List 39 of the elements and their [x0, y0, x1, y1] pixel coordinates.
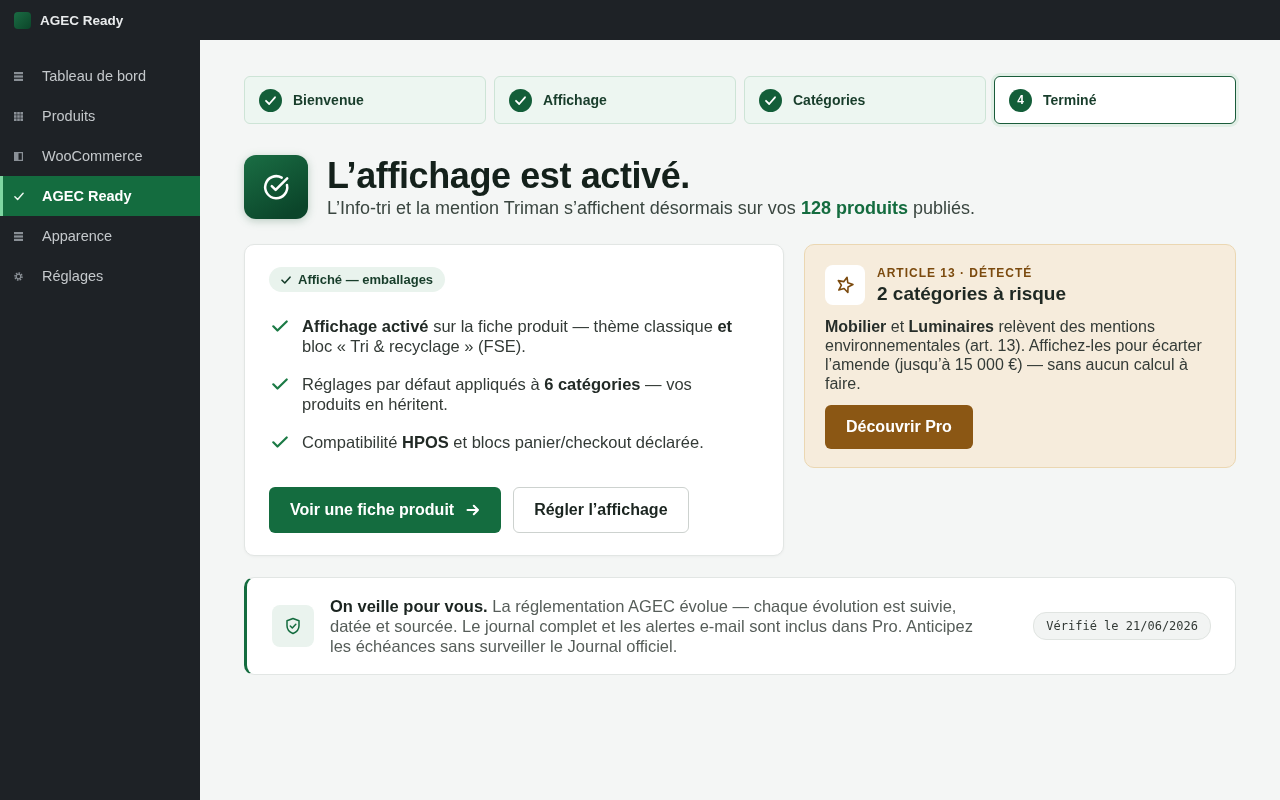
- list-icon: [14, 231, 23, 241]
- page-title: L’affichage est activé.: [327, 155, 691, 196]
- eyebrow-label: ARTICLE 13 · DÉTECTÉ: [877, 265, 1034, 280]
- logo-icon: [14, 11, 31, 29]
- sidebar-item[interactable]: Produits: [0, 96, 200, 136]
- step-tab[interactable]: Catégories: [744, 76, 986, 124]
- page-subtitle: L’Info-tri et la mention Triman s’affichent désormais sur vos 128 produits publiés.: [327, 196, 975, 219]
- checkmark-icon: [281, 275, 291, 284]
- banner-text: On veille pour vous. La réglementation AGEC évolue — chaque évolution est suivie, datée et sourcée. Le journal complet et les alertes e-mail sont inclus dans Pro. Anticipez les échéances sans surveiller le Journal officiel.: [330, 596, 974, 656]
- half-square-icon: [14, 151, 23, 161]
- checkmark-icon: [14, 191, 24, 201]
- checkmark-icon: [272, 320, 288, 332]
- status-label: Affiché — emballages: [298, 272, 434, 287]
- card-text: Mobilier et Luminaires relèvent des mentions environnementales (art. 13). Affichez-les pour écarter l’amende (jusqu’à 15 000 €) — sans aucun calcul à faire.: [825, 317, 1203, 393]
- sidebar-item[interactable]: AGEC Ready: [0, 176, 200, 216]
- discover-pro-button[interactable]: Découvrir Pro: [825, 405, 973, 449]
- checkmark-icon: [272, 436, 288, 448]
- grid-icon: [14, 111, 23, 121]
- step-tab[interactable]: Affichage: [494, 76, 736, 124]
- feature-text: Affichage activé sur la fiche produit — thème classique et bloc « Tri & recyclage » (FSE).: [302, 316, 734, 356]
- app-title: AGEC Ready: [40, 12, 124, 28]
- view-product-button[interactable]: Voir une fiche produit: [269, 487, 502, 533]
- feature-text: Compatibilité HPOS et blocs panier/checkout déclarée.: [302, 432, 704, 452]
- sidebar-item[interactable]: Réglages: [0, 256, 200, 296]
- step-number: 4: [1009, 88, 1032, 112]
- sidebar-item[interactable]: WooCommerce: [0, 136, 200, 176]
- step-tab[interactable]: Bienvenue: [244, 76, 486, 124]
- list-icon: [14, 71, 23, 81]
- arrow-right-icon: [466, 503, 481, 517]
- gear-icon: [14, 271, 23, 281]
- shield-check-icon: [272, 605, 314, 647]
- checkmark-icon: [272, 378, 288, 390]
- verified-date-chip: Vérifié le 21/06/2026: [1033, 612, 1211, 640]
- feature-text: Réglages par défaut appliqués à 6 catégories — vos produits en héritent.: [302, 374, 693, 414]
- step-tab[interactable]: 4 Terminé: [994, 76, 1236, 124]
- sidebar-item[interactable]: Apparence: [0, 216, 200, 256]
- card-title: 2 catégories à risque: [877, 282, 1067, 305]
- sidebar-item[interactable]: Tableau de bord: [0, 56, 200, 96]
- display-settings-button[interactable]: Régler l’affichage: [513, 487, 689, 533]
